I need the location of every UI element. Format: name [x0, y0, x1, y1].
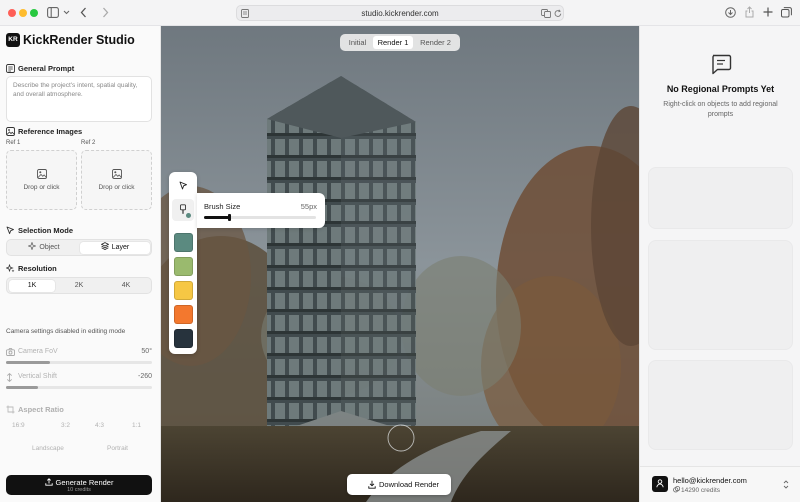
- select-tool-icon[interactable]: [179, 181, 188, 191]
- resolution-toggle: 1K 2K 4K: [6, 277, 152, 294]
- forward-icon[interactable]: [102, 7, 109, 18]
- tab-render-2[interactable]: Render 2: [414, 36, 457, 49]
- render-image: [161, 26, 639, 502]
- placeholder-card: [648, 360, 793, 450]
- sidebar-toggle-icon[interactable]: [47, 7, 59, 18]
- aspect-1-1-button[interactable]: 1:1: [132, 422, 141, 429]
- ref-1-label: Ref 1: [6, 140, 21, 146]
- image-upload-icon: [37, 169, 47, 179]
- camera-fov-label: Camera FoV: [18, 348, 58, 355]
- coins-icon: [673, 486, 680, 493]
- vertical-shift-fill: [6, 386, 39, 389]
- browser-toolbar: studio.kickrender.com: [0, 0, 800, 26]
- resolution-2k-button[interactable]: 2K: [56, 280, 102, 292]
- brush-size-slider[interactable]: [204, 214, 316, 221]
- sparkle-icon: [28, 242, 37, 250]
- camera-fov-slider[interactable]: [6, 361, 152, 364]
- regional-empty-title: No Regional Prompts Yet: [666, 84, 775, 94]
- aspect-4-3-button[interactable]: 4:3: [95, 422, 104, 429]
- mode-layer-button[interactable]: Layer: [80, 242, 150, 254]
- general-prompt-input[interactable]: Describe the project's intent, spatial q…: [6, 76, 152, 122]
- brush-size-popover: Brush Size 55px: [197, 193, 325, 228]
- swatch-orange[interactable]: [174, 305, 193, 324]
- brush-size-fill: [204, 216, 229, 219]
- selection-mode-toggle: Object Layer: [6, 239, 152, 256]
- translate-icon[interactable]: [541, 9, 551, 18]
- vertical-arrows-icon: [6, 373, 13, 382]
- reload-icon[interactable]: [554, 9, 562, 18]
- image-icon: [6, 127, 15, 136]
- brush-size-label: Brush Size: [204, 202, 241, 211]
- dropzone-label: Drop or click: [98, 184, 135, 191]
- camera-fov-fill: [6, 361, 50, 364]
- tab-initial[interactable]: Initial: [343, 36, 372, 49]
- user-credits: 14290 credits: [673, 486, 720, 494]
- ref-2-dropzone[interactable]: Drop or click: [81, 150, 152, 210]
- vertical-shift-label: Vertical Shift: [18, 373, 57, 380]
- swatch-teal[interactable]: [174, 233, 193, 252]
- download-render-button[interactable]: Download Render: [347, 474, 451, 495]
- layers-icon: [100, 242, 109, 250]
- tab-render-1[interactable]: Render 1: [373, 36, 413, 49]
- chevron-up-down-icon: [783, 480, 789, 489]
- avatar: [652, 476, 668, 492]
- tab-overview-icon[interactable]: [781, 7, 792, 18]
- ref-2-label: Ref 2: [81, 140, 96, 146]
- message-square-icon: [712, 54, 732, 75]
- document-icon: [6, 64, 15, 73]
- mode-object-button[interactable]: Object: [9, 242, 79, 254]
- share-icon[interactable]: [745, 6, 754, 18]
- back-icon[interactable]: [80, 7, 87, 18]
- close-window-button[interactable]: [8, 9, 16, 17]
- app-logo: KR: [6, 33, 20, 47]
- ref-1-dropzone[interactable]: Drop or click: [6, 150, 77, 210]
- generate-render-button[interactable]: Generate Render 10 credits: [6, 475, 152, 495]
- user-account-bar[interactable]: hello@kickrender.com 14290 credits: [640, 466, 800, 502]
- app-name: KickRender Studio: [23, 33, 135, 47]
- placeholder-card: [648, 167, 793, 229]
- brush-size-handle: [227, 214, 231, 221]
- aspect-16-9-button[interactable]: 16:9: [12, 422, 25, 429]
- vertical-shift-slider[interactable]: [6, 386, 152, 389]
- render-version-tabs: Initial Render 1 Render 2: [340, 34, 460, 51]
- render-canvas[interactable]: Initial Render 1 Render 2 Brush Size 55p…: [161, 26, 639, 502]
- brush-tool-button[interactable]: [172, 199, 194, 221]
- regional-prompts-panel: No Regional Prompts Yet Right-click on o…: [639, 26, 800, 502]
- camera-disabled-notice: Camera settings disabled in editing mode: [6, 328, 126, 335]
- swatch-yellow[interactable]: [174, 281, 193, 300]
- minimize-window-button[interactable]: [19, 9, 27, 17]
- download-icon: [368, 480, 376, 489]
- landscape-button[interactable]: Landscape: [32, 445, 64, 452]
- cursor-icon: [6, 226, 14, 235]
- regional-empty-hint: Right-click on objects to add regional p…: [663, 101, 778, 118]
- aspect-ratio-options: 16:9 3:2 4:3 1:1: [6, 419, 152, 434]
- resolution-1k-button[interactable]: 1K: [9, 280, 55, 292]
- user-icon: [656, 479, 664, 488]
- portrait-button[interactable]: Portrait: [107, 445, 128, 452]
- zoom-window-button[interactable]: [30, 9, 38, 17]
- generate-cost: 10 credits: [67, 487, 91, 493]
- user-email: hello@kickrender.com: [673, 476, 747, 485]
- upload-icon: [44, 478, 53, 486]
- placeholder-card: [648, 240, 793, 350]
- brush-size-value: 55px: [300, 202, 317, 211]
- active-color-dot: [186, 213, 191, 218]
- aspect-3-2-button[interactable]: 3:2: [61, 422, 70, 429]
- mask-tool-panel: [169, 172, 197, 354]
- chevron-down-icon[interactable]: [63, 10, 70, 15]
- resolution-4k-button[interactable]: 4K: [103, 280, 149, 292]
- vertical-shift-value: -260: [137, 373, 152, 380]
- camera-fov-value: 50°: [141, 348, 152, 355]
- swatch-green[interactable]: [174, 257, 193, 276]
- sparkles-icon: [6, 264, 15, 273]
- swatch-dark[interactable]: [174, 329, 193, 348]
- url-text: studio.kickrender.com: [361, 9, 439, 18]
- dropzone-label: Drop or click: [23, 184, 60, 191]
- new-tab-icon[interactable]: [763, 7, 773, 17]
- address-bar[interactable]: studio.kickrender.com: [236, 5, 564, 21]
- crop-icon: [6, 405, 15, 414]
- download-icon[interactable]: [725, 7, 736, 18]
- camera-icon: [6, 348, 15, 356]
- image-upload-icon: [112, 169, 122, 179]
